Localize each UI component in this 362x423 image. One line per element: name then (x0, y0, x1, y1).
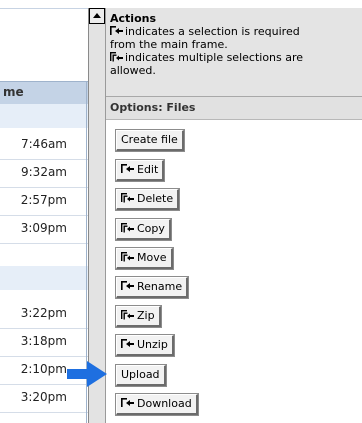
copy-button[interactable]: Copy (115, 218, 172, 241)
actions-title: Actions (110, 12, 156, 25)
legend-text-multi: indicates multiple selections are (125, 51, 304, 64)
table-row[interactable]: 9:32am (0, 159, 88, 188)
legend-text-frame: from the main frame. (110, 38, 228, 51)
group-band (0, 266, 88, 290)
table-row[interactable]: 7:46am (0, 131, 88, 160)
button-label: Create file (121, 133, 178, 146)
button-label: Download (137, 397, 192, 410)
scroll-up-arrow-icon[interactable] (89, 8, 105, 24)
options-files-header: Options: Files (106, 97, 362, 120)
button-label: Copy (137, 222, 165, 235)
top-rule (0, 8, 88, 9)
table-row[interactable]: 2:57pm (0, 187, 88, 216)
row-time: 2:57pm (20, 193, 67, 207)
multi-select-icon (121, 223, 135, 233)
legend-line: allowed. (110, 64, 156, 77)
multi-select-icon (121, 310, 135, 320)
table-row[interactable]: 3:18pm (0, 328, 88, 357)
button-label: Upload (121, 368, 160, 381)
legend-line: indicates multiple selections are (110, 51, 303, 64)
options-title: Options: Files (110, 101, 196, 114)
table-row[interactable]: 3:09pm (0, 215, 88, 244)
table-row[interactable]: 3:22pm (0, 300, 88, 329)
blue-arrow-icon (67, 359, 109, 392)
button-label: Rename (137, 280, 183, 293)
list-header[interactable]: me (0, 81, 88, 105)
multi-select-icon (110, 52, 124, 62)
download-button[interactable]: Download (115, 393, 199, 416)
column-header-time: me (3, 85, 24, 99)
row-time: 2:10pm (20, 362, 67, 376)
multi-select-icon (121, 193, 135, 203)
row-time: 3:09pm (20, 221, 67, 235)
actions-panel: Actions indicates a selection is require… (105, 8, 362, 423)
row-time: 9:32am (21, 165, 67, 179)
upload-button[interactable]: Upload (115, 364, 167, 387)
single-select-icon (110, 26, 124, 36)
single-select-icon (121, 339, 135, 349)
move-button[interactable]: Move (115, 247, 174, 270)
row-time: 3:18pm (20, 334, 67, 348)
legend-line: from the main frame. (110, 38, 228, 51)
single-select-icon (121, 164, 135, 174)
rename-button[interactable]: Rename (114, 276, 190, 299)
edit-button[interactable]: Edit (114, 159, 166, 182)
group-band (0, 104, 88, 128)
delete-button[interactable]: Delete (114, 188, 181, 211)
button-label: Delete (137, 192, 174, 205)
legend-text-single: indicates a selection is required (125, 25, 300, 38)
row-time: 3:22pm (20, 306, 67, 320)
unzip-button[interactable]: Unzip (115, 334, 175, 357)
row-time: 7:46am (21, 137, 67, 151)
zip-button[interactable]: Zip (115, 305, 162, 328)
create-file-button[interactable]: Create file (115, 129, 185, 152)
button-label: Zip (137, 309, 155, 322)
row-time: 3:20pm (20, 390, 67, 404)
button-label: Unzip (137, 338, 168, 351)
button-label: Edit (137, 163, 159, 176)
button-label: Move (137, 251, 167, 264)
single-select-icon (121, 281, 135, 291)
legend-text-allowed: allowed. (110, 64, 156, 77)
actions-legend: Actions indicates a selection is require… (106, 8, 362, 97)
multi-select-icon (121, 252, 135, 262)
legend-line: indicates a selection is required (110, 25, 300, 38)
single-select-icon (121, 398, 135, 408)
